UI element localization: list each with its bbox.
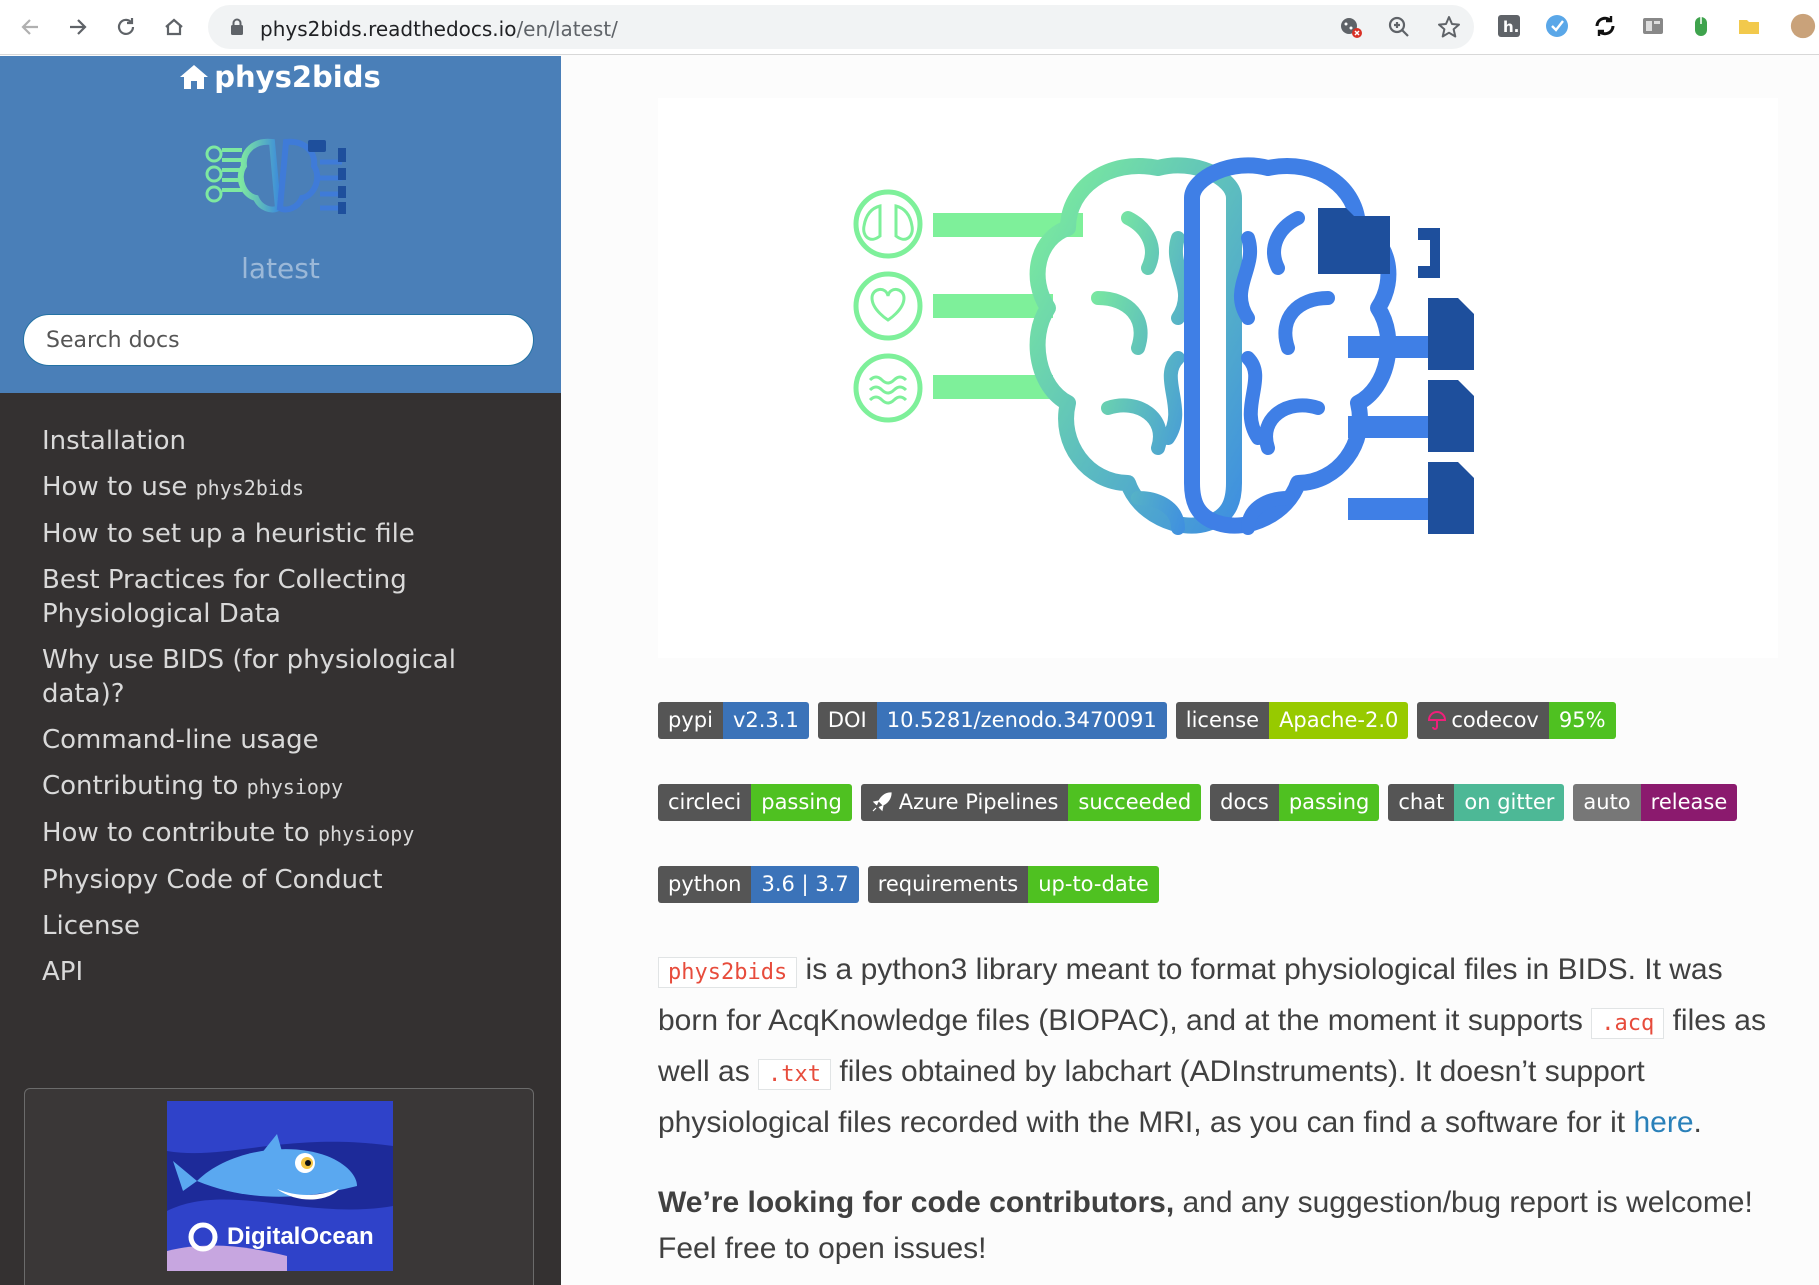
pypi-badge[interactable]: pypi v2.3.1 <box>658 702 809 739</box>
codecov-badge[interactable]: codecov 95% <box>1417 702 1616 739</box>
sidebar: phys2bids latest Installation How to use… <box>0 56 561 1285</box>
home-icon <box>180 65 209 89</box>
blocked-cookies-icon[interactable] <box>1338 14 1364 40</box>
reload-icon <box>117 18 135 35</box>
sidebar-item-license[interactable]: License <box>0 903 561 949</box>
sync-extension-icon[interactable] <box>1592 13 1618 39</box>
address-bar[interactable]: phys2bids.readthedocs.io/en/latest/ <box>208 5 1474 49</box>
heart-icon <box>853 271 923 341</box>
lock-icon <box>231 18 243 35</box>
main-content: pypi v2.3.1 DOI 10.5281/zenodo.3470091 lic… <box>561 56 1819 1285</box>
mouse-extension-icon[interactable] <box>1688 13 1714 39</box>
umbrella-icon <box>1428 711 1447 730</box>
url-host: phys2bids.readthedocs.io <box>260 17 517 41</box>
rocket-icon <box>872 792 892 812</box>
sidebar-item-how-to-use[interactable]: How to use phys2bids <box>0 464 561 511</box>
sidebar-item-code-of-conduct[interactable]: Physiopy Code of Conduct <box>0 857 561 903</box>
sidebar-item-installation[interactable]: Installation <box>0 418 561 464</box>
file-icon <box>1428 380 1474 452</box>
circleci-badge[interactable]: circleci passing <box>658 784 852 821</box>
phys2bids-brain-logo <box>853 157 1474 535</box>
home-button[interactable] <box>156 9 192 45</box>
gitter-badge[interactable]: chat on gitter <box>1388 784 1565 821</box>
badge-row-3: python 3.6 | 3.7 requirements up-to-date <box>658 866 1159 903</box>
reload-button[interactable] <box>108 9 144 45</box>
sidebar-item-api[interactable]: API <box>0 949 561 995</box>
code-txt: .txt <box>758 1059 832 1090</box>
sidebar-item-contributing[interactable]: Contributing to physiopy <box>0 763 561 810</box>
blue-check-extension-icon[interactable] <box>1544 13 1570 39</box>
digitalocean-ad-image[interactable]: DigitalOcean <box>167 1101 393 1271</box>
phys2bids-logo-small <box>205 138 346 214</box>
reader-extension-icon[interactable] <box>1640 13 1666 39</box>
requirements-badge[interactable]: requirements up-to-date <box>867 866 1159 903</box>
bookmark-star-icon[interactable] <box>1436 14 1462 40</box>
zoom-icon[interactable] <box>1386 14 1412 40</box>
folder-icon <box>1318 208 1390 274</box>
sidebar-item-heuristic-file[interactable]: How to set up a heuristic file <box>0 511 561 557</box>
sidebar-item-cli-usage[interactable]: Command-line usage <box>0 717 561 763</box>
home-icon <box>165 18 183 36</box>
code-acq: .acq <box>1591 1008 1665 1039</box>
hero-logo <box>658 98 1778 658</box>
file-icon <box>1428 298 1474 370</box>
svg-text:h.: h. <box>1503 18 1519 36</box>
url-text[interactable]: phys2bids.readthedocs.io/en/latest/ <box>260 17 618 41</box>
forward-button[interactable] <box>60 9 96 45</box>
project-home-link[interactable]: phys2bids <box>0 60 561 94</box>
search-docs-input[interactable] <box>23 314 534 366</box>
azure-pipelines-badge[interactable]: Azure Pipelines succeeded <box>860 784 1202 821</box>
folder-extension-icon[interactable] <box>1736 13 1762 39</box>
sidebar-header: phys2bids latest <box>0 56 561 393</box>
url-path: /en/latest/ <box>516 17 618 41</box>
badge-row-2: circleci passing Azure Pipelines succeeded… <box>658 784 1738 821</box>
hypothesis-extension-icon[interactable]: h. <box>1496 13 1522 39</box>
python-version-badge[interactable]: python 3.6 | 3.7 <box>658 866 859 903</box>
intro-paragraph: phys2bids is a python3 library meant to … <box>658 953 1766 1139</box>
badge-row-1: pypi v2.3.1 DOI 10.5281/zenodo.3470091 lic… <box>658 702 1616 739</box>
sponsor-ad[interactable]: DigitalOcean <box>24 1088 534 1285</box>
contributors-paragraph: We’re looking for code contributors, and… <box>658 1186 1753 1265</box>
docs-badge[interactable]: docs passing <box>1210 784 1380 821</box>
profile-avatar[interactable] <box>1790 13 1816 39</box>
file-icon <box>1428 462 1474 534</box>
here-link[interactable]: here <box>1633 1106 1693 1139</box>
sidebar-nav: Installation How to use phys2bids How to… <box>0 418 561 995</box>
forward-arrow-icon <box>70 19 87 35</box>
code-phys2bids: phys2bids <box>658 957 798 988</box>
waves-icon <box>853 353 923 423</box>
auto-release-badge[interactable]: auto release <box>1573 784 1738 821</box>
license-badge[interactable]: license Apache-2.0 <box>1175 702 1409 739</box>
version-label: latest <box>241 252 320 285</box>
project-name: phys2bids <box>214 60 381 94</box>
contributors-callout: We’re looking for code contributors, <box>658 1186 1175 1219</box>
back-arrow-icon <box>21 19 38 35</box>
ad-label: DigitalOcean <box>227 1223 374 1250</box>
sidebar-item-best-practices[interactable]: Best Practices for Collecting Physiologi… <box>0 557 561 637</box>
sidebar-item-why-bids[interactable]: Why use BIDS (for physiological data)? <box>0 637 561 717</box>
doi-badge[interactable]: DOI 10.5281/zenodo.3470091 <box>817 702 1167 739</box>
sidebar-item-how-to-contribute[interactable]: How to contribute to physiopy <box>0 810 561 857</box>
back-button[interactable] <box>12 9 48 45</box>
browser-toolbar: phys2bids.readthedocs.io/en/latest/ h. <box>0 0 1819 55</box>
